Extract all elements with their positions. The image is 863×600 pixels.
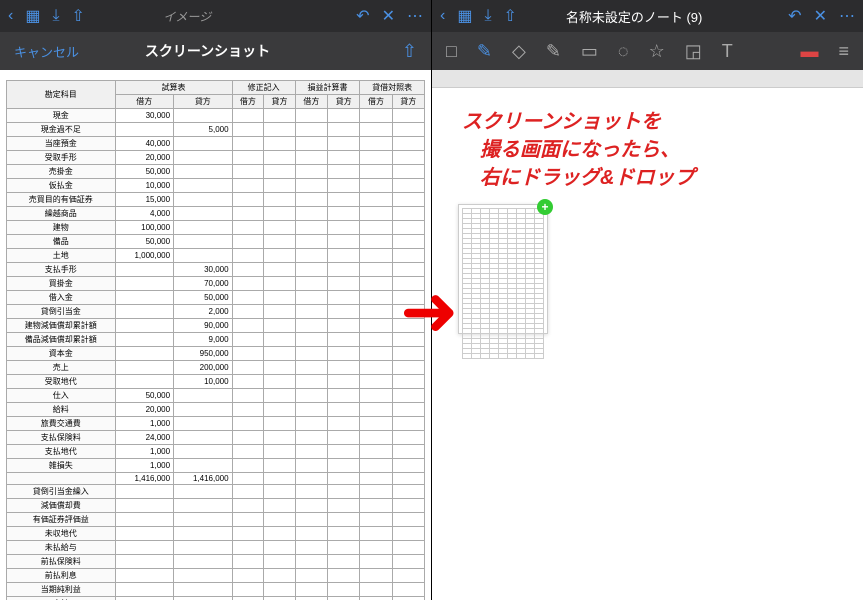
annotation-line: 撮る画面になったら、 [462,136,843,164]
tool-cursor-icon[interactable]: □ [446,41,457,62]
right-title: 名称未設定のノート (9) [566,7,703,26]
back-icon[interactable]: ‹ [8,7,13,25]
share-icon[interactable]: ⇧ [504,6,517,26]
annotation-line: 右にドラッグ&ドロップ [462,164,843,192]
trial-balance-table: 勘定科目試算表修正記入損益計算書貸借対照表借方貸方借方貸方借方貸方借方貸方 現金… [6,80,425,600]
tool-image-icon[interactable]: ◲ [685,41,702,62]
ruler [432,70,863,88]
left-content: 勘定科目試算表修正記入損益計算書貸借対照表借方貸方借方貸方借方貸方借方貸方 現金… [0,70,431,600]
left-title: イメージ [163,8,211,25]
tool-highlighter-icon[interactable]: ✎ [546,41,561,62]
right-toolbar: ‹ ▦ ⤓ ⇧ 名称未設定のノート (9) ↶ ✕ ⋯ [432,0,863,32]
left-panel: ‹ ▦ ⤓ ⇧ イメージ ↶ ✕ ⋯ キャンセル スクリーンショット ⇧ 勘定科… [0,0,432,600]
tool-bar: □ ✎ ◇ ✎ ▭ ◌ ☆ ◲ T ▬ ≡ [432,32,863,70]
left-subbar: キャンセル スクリーンショット ⇧ [0,32,431,70]
tool-lasso-icon[interactable]: ◌ [618,41,629,62]
right-panel: ‹ ▦ ⤓ ⇧ 名称未設定のノート (9) ↶ ✕ ⋯ □ ✎ ◇ ✎ ▭ ◌ … [432,0,863,600]
grid-icon[interactable]: ▦ [457,6,472,26]
new-icon[interactable]: ⤓ [484,7,491,25]
undo-icon[interactable]: ↶ [788,6,801,26]
tool-settings-icon[interactable]: ≡ [838,41,849,62]
cancel-button[interactable]: キャンセル [14,42,79,61]
tool-star-icon[interactable]: ☆ [649,41,665,62]
tool-style-icon[interactable]: ▬ [800,41,818,62]
grid-icon[interactable]: ▦ [25,6,40,26]
spreadsheet: 勘定科目試算表修正記入損益計算書貸借対照表借方貸方借方貸方借方貸方借方貸方 現金… [0,70,431,600]
more-icon[interactable]: ⋯ [839,6,855,26]
share-icon[interactable]: ⇧ [72,6,85,26]
new-icon[interactable]: ⤓ [52,7,59,25]
left-toolbar: ‹ ▦ ⤓ ⇧ イメージ ↶ ✕ ⋯ [0,0,431,32]
right-content[interactable]: スクリーンショットを 撮る画面になったら、 右にドラッグ&ドロップ [432,88,863,600]
tool-text-icon[interactable]: T [722,41,733,62]
tool-shape-icon[interactable]: ▭ [581,41,598,62]
annotation-text: スクリーンショットを 撮る画面になったら、 右にドラッグ&ドロップ [452,108,843,192]
export-icon[interactable]: ⇧ [402,41,417,62]
tool-pen-icon[interactable]: ✎ [477,41,492,62]
tool-eraser-icon[interactable]: ◇ [512,41,526,62]
annotation-line: スクリーンショットを [462,108,843,136]
left-subtitle: スクリーンショット [145,41,270,61]
close-icon[interactable]: ✕ [814,6,827,26]
close-icon[interactable]: ✕ [382,6,395,26]
dragged-thumbnail[interactable] [458,204,548,334]
undo-icon[interactable]: ↶ [356,6,369,26]
back-icon[interactable]: ‹ [440,7,445,25]
more-icon[interactable]: ⋯ [407,6,423,26]
